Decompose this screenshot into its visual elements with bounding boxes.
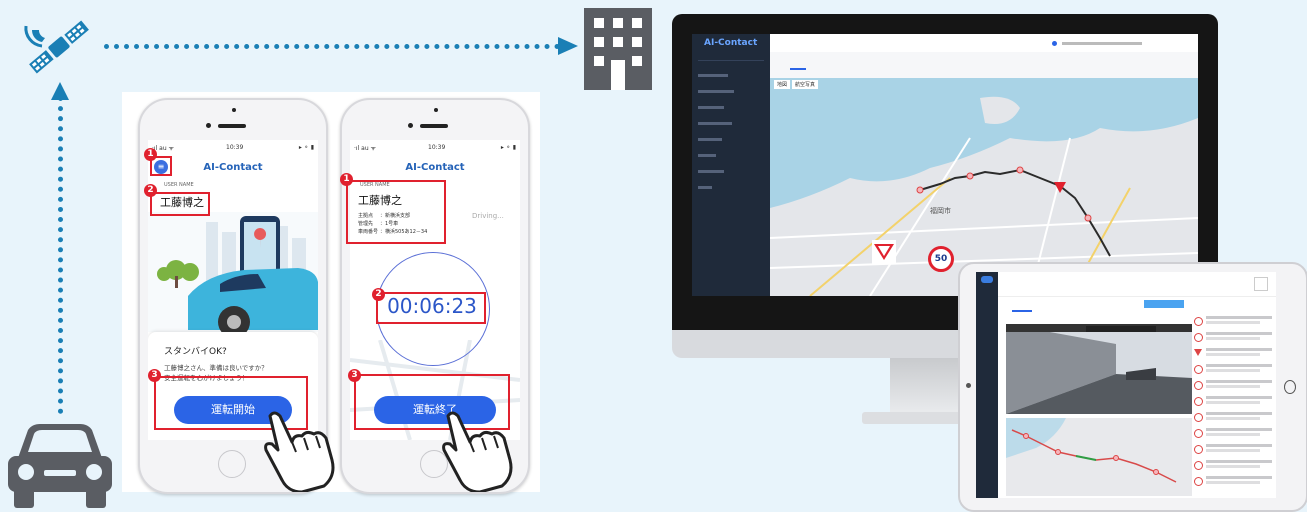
tablet-camera bbox=[966, 383, 971, 388]
tablet-dashboard bbox=[976, 272, 1276, 498]
phone2-step-badge-3: 3 bbox=[348, 369, 361, 382]
dashboard-app-name: AI-Contact bbox=[704, 38, 758, 48]
list-item[interactable] bbox=[1194, 428, 1276, 439]
map-type-tab-map[interactable]: 地図 bbox=[774, 80, 791, 89]
hand-pointer-icon bbox=[442, 411, 513, 492]
satellite-to-building-arrow bbox=[104, 44, 560, 49]
phone1-home-button[interactable] bbox=[218, 450, 246, 478]
car-icon bbox=[8, 424, 112, 508]
list-item[interactable] bbox=[1194, 460, 1276, 471]
list-item[interactable] bbox=[1194, 364, 1276, 375]
phone2-time: 10:39 bbox=[428, 144, 446, 151]
map-type-tab-photo[interactable]: 航空写真 bbox=[792, 80, 819, 89]
building-icon bbox=[584, 8, 652, 90]
list-item[interactable] bbox=[1194, 444, 1276, 455]
phone1-car-illustration bbox=[148, 212, 318, 332]
dashcam-video[interactable] bbox=[1006, 324, 1192, 414]
hand-pointer-icon bbox=[264, 411, 335, 492]
dashboard-sidebar: AI-Contact bbox=[692, 34, 770, 296]
phone2-info-highlight bbox=[346, 180, 446, 244]
phone2-step-badge-2: 2 bbox=[372, 288, 385, 301]
phone2-step-badge-1: 1 bbox=[340, 173, 353, 186]
car-to-satellite-arrow bbox=[58, 96, 63, 414]
satellite-icon bbox=[24, 20, 89, 74]
phone1-step-badge-3: 3 bbox=[148, 369, 161, 382]
tablet-tabs bbox=[998, 296, 1194, 312]
list-item[interactable] bbox=[1194, 380, 1276, 391]
driving-status: Driving... bbox=[472, 212, 504, 220]
list-item[interactable] bbox=[1194, 316, 1276, 327]
phone2-timer-highlight bbox=[376, 292, 486, 324]
map-city-label: 福岡市 bbox=[930, 207, 951, 215]
phone1-time: 10:39 bbox=[226, 144, 244, 151]
arrow-head-up-icon bbox=[51, 82, 69, 100]
event-log-list[interactable] bbox=[1194, 316, 1276, 496]
standby-message-1: 工藤博之さん、準備は良いですか？ bbox=[164, 364, 268, 372]
tablet-map[interactable] bbox=[1006, 418, 1192, 496]
phone1-name-highlight bbox=[150, 192, 210, 216]
stop-sign-icon bbox=[872, 240, 896, 264]
web-dashboard: AI-Contact 地図 航空写真 福岡市 50 bbox=[692, 34, 1198, 296]
phone2-app-title: AI-Contact bbox=[405, 162, 465, 173]
speed-limit-sign: 50 bbox=[928, 246, 954, 272]
sidebar-menu bbox=[698, 60, 764, 189]
dashboard-topbar bbox=[770, 34, 1198, 53]
tablet-home-button[interactable] bbox=[1284, 380, 1296, 394]
dashboard-tabs bbox=[770, 52, 1198, 78]
list-item[interactable] bbox=[1194, 476, 1276, 487]
standby-title: スタンバイOK? bbox=[164, 347, 227, 357]
list-item[interactable] bbox=[1194, 396, 1276, 407]
smartphone-app-panel: ·ıl au ᯤ 10:39 ▸ ⚬ ▮ ≡ AI-Contact USER N… bbox=[122, 92, 540, 494]
tablet-topbar bbox=[998, 272, 1276, 297]
phone1-step-badge-1: 1 bbox=[144, 148, 157, 161]
arrow-head-right-icon bbox=[558, 37, 578, 55]
tablet-logo-icon bbox=[981, 276, 993, 283]
list-item[interactable] bbox=[1194, 412, 1276, 423]
tablet-sidebar bbox=[976, 272, 998, 498]
phone1-user-label: USER NAME bbox=[164, 182, 194, 188]
list-item[interactable] bbox=[1194, 348, 1276, 359]
phone1-app-title: AI-Contact bbox=[203, 162, 263, 173]
list-item[interactable] bbox=[1194, 332, 1276, 343]
phone1-step-badge-2: 2 bbox=[144, 184, 157, 197]
